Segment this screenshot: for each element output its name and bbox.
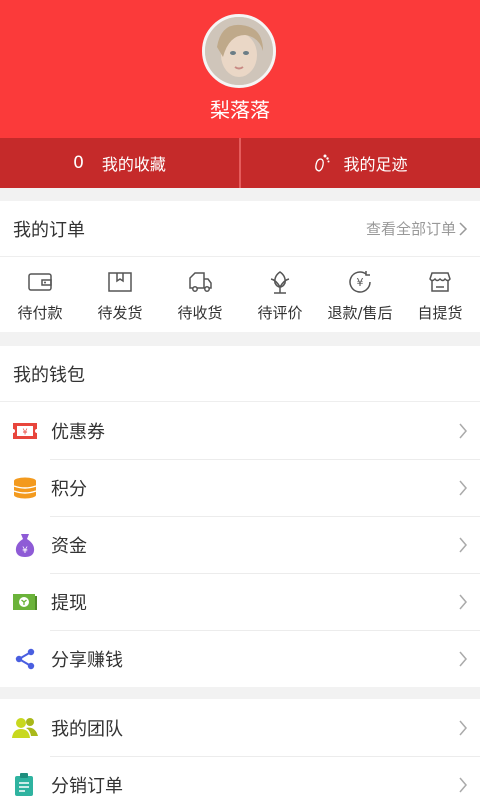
orders-card: 我的订单 查看全部订单 待付款 待发货 待收货 待评价 ¥ 退款/售后 自提货 (0, 201, 480, 332)
flower-icon (270, 271, 290, 294)
my-team-row[interactable]: 我的团队 (0, 699, 480, 756)
distribution-orders-row[interactable]: 分销订单 (0, 756, 480, 800)
team-card: 我的团队 分销订单 (0, 699, 480, 800)
order-label: 退款/售后 (327, 304, 393, 322)
wallet-card: 我的钱包 ¥ 优惠券 积分 ¥ 资金 提现 分享赚钱 (0, 346, 480, 687)
chevron-right-icon (459, 720, 467, 735)
coupon-label: 优惠券 (51, 421, 105, 443)
order-refund-aftersale[interactable]: ¥ 退款/售后 (320, 257, 400, 332)
order-self-pickup[interactable]: 自提货 (400, 257, 480, 332)
truck-icon (189, 272, 212, 292)
order-status-row: 待付款 待发货 待收货 待评价 ¥ 退款/售后 自提货 (0, 257, 480, 332)
chevron-right-icon (459, 777, 467, 792)
view-all-orders-link[interactable]: 查看全部订单 (366, 218, 468, 239)
order-label: 待付款 (17, 304, 63, 322)
orders-title: 我的订单 (13, 219, 85, 241)
chevron-right-icon (459, 480, 467, 495)
share-earn-label: 分享赚钱 (51, 649, 123, 671)
favorites-label: 我的收藏 (101, 155, 166, 174)
svg-text:¥: ¥ (22, 427, 27, 436)
distribution-orders-label: 分销订单 (51, 775, 123, 797)
order-pending-receipt[interactable]: 待收货 (160, 257, 240, 332)
chevron-right-icon (459, 221, 468, 236)
chevron-right-icon (459, 537, 467, 552)
orders-header: 我的订单 查看全部订单 (0, 201, 480, 257)
order-pending-payment[interactable]: 待付款 (0, 257, 80, 332)
order-pending-shipment[interactable]: 待发货 (80, 257, 160, 332)
username: 梨落落 (210, 98, 270, 122)
footprint-icon (313, 153, 331, 173)
chevron-right-icon (459, 423, 467, 438)
chevron-right-icon (459, 651, 467, 666)
money-bag-icon: ¥ (11, 531, 39, 559)
points-row[interactable]: 积分 (0, 459, 480, 516)
share-earn-row[interactable]: 分享赚钱 (0, 630, 480, 687)
withdraw-row[interactable]: 提现 (0, 573, 480, 630)
store-icon (429, 272, 451, 292)
svg-text:¥: ¥ (22, 546, 28, 556)
withdraw-label: 提现 (51, 592, 87, 614)
stats-bar: 0 我的收藏 我的足迹 (0, 138, 480, 188)
order-label: 待发货 (97, 304, 143, 322)
package-icon (108, 272, 132, 292)
coupon-row[interactable]: ¥ 优惠券 (0, 402, 480, 459)
chevron-right-icon (459, 594, 467, 609)
favorites-button[interactable]: 0 我的收藏 (0, 138, 241, 188)
refund-icon: ¥ (349, 271, 371, 293)
funds-row[interactable]: ¥ 资金 (0, 516, 480, 573)
team-icon (11, 714, 39, 742)
cash-icon (11, 588, 39, 616)
points-label: 积分 (51, 478, 87, 500)
share-icon (11, 645, 39, 673)
wallet-icon (28, 273, 52, 291)
svg-text:¥: ¥ (357, 276, 364, 289)
footprint-button[interactable]: 我的足迹 (241, 138, 480, 188)
wallet-header: 我的钱包 (0, 346, 480, 402)
order-label: 待收货 (177, 304, 223, 322)
order-pending-review[interactable]: 待评价 (240, 257, 320, 332)
coupon-icon: ¥ (11, 417, 39, 445)
favorites-count: 0 (73, 153, 84, 173)
clipboard-icon (11, 771, 39, 799)
view-all-label: 查看全部订单 (365, 220, 456, 238)
avatar[interactable] (202, 14, 276, 88)
funds-label: 资金 (51, 535, 87, 557)
profile-header: 梨落落 (0, 0, 480, 138)
footprint-label: 我的足迹 (343, 155, 408, 174)
coins-icon (11, 474, 39, 502)
order-label: 待评价 (257, 304, 303, 322)
wallet-title: 我的钱包 (13, 364, 85, 386)
order-label: 自提货 (417, 304, 463, 322)
my-team-label: 我的团队 (51, 718, 123, 740)
